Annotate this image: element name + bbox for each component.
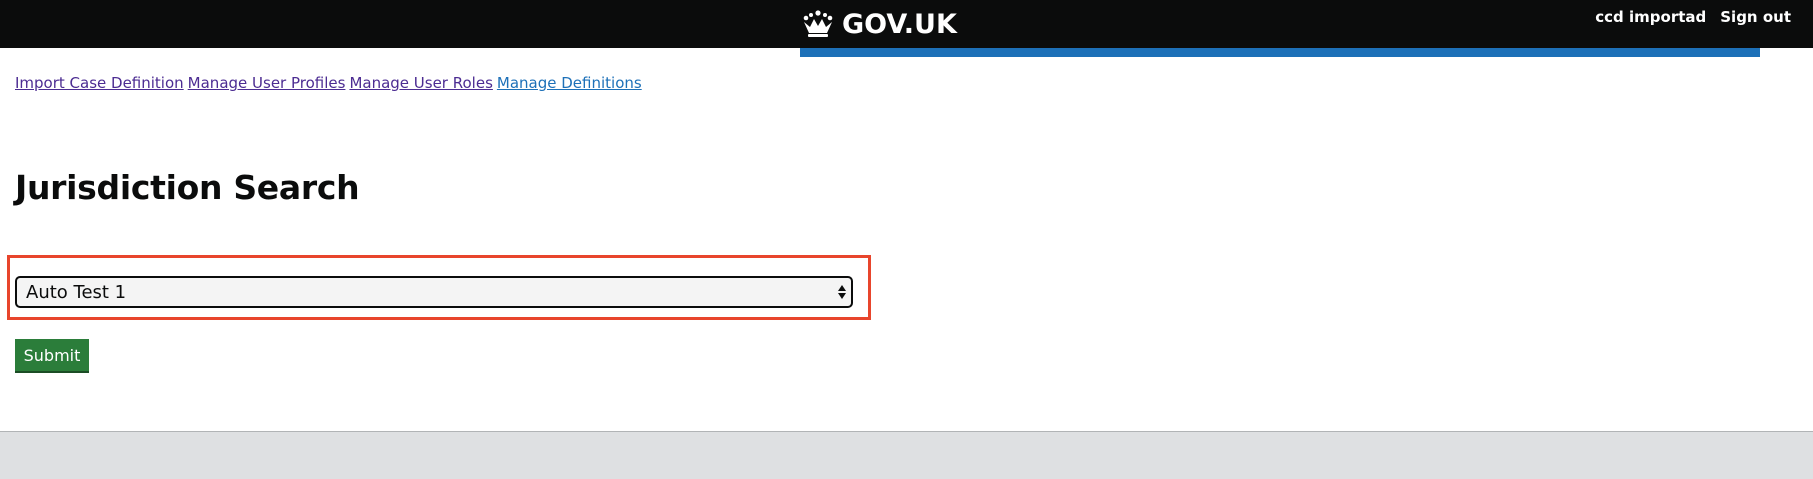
page-footer xyxy=(0,431,1813,479)
header-accent-bar xyxy=(800,48,1760,57)
logo-text: GOV.UK xyxy=(842,8,957,40)
header-bar: GOV.UK ccd importad Sign out xyxy=(0,0,1813,48)
admin-nav: Import Case Definition Manage User Profi… xyxy=(15,74,642,92)
user-name: ccd importad xyxy=(1595,8,1707,26)
nav-manage-user-roles[interactable]: Manage User Roles xyxy=(349,74,492,92)
govuk-logo-link[interactable]: GOV.UK xyxy=(800,5,957,43)
crown-icon xyxy=(803,10,833,37)
page-title: Jurisdiction Search xyxy=(15,168,360,207)
nav-manage-definitions[interactable]: Manage Definitions xyxy=(497,74,642,92)
header-user-nav: ccd importad Sign out xyxy=(1595,8,1791,26)
select-arrows-icon xyxy=(838,285,846,299)
jurisdiction-select[interactable]: Auto Test 1 xyxy=(15,276,853,308)
sign-out-link[interactable]: Sign out xyxy=(1720,8,1791,26)
nav-import-case-definition[interactable]: Import Case Definition xyxy=(15,74,184,92)
submit-button[interactable]: Submit xyxy=(15,339,89,373)
jurisdiction-select-value: Auto Test 1 xyxy=(26,281,127,303)
nav-manage-user-profiles[interactable]: Manage User Profiles xyxy=(188,74,346,92)
